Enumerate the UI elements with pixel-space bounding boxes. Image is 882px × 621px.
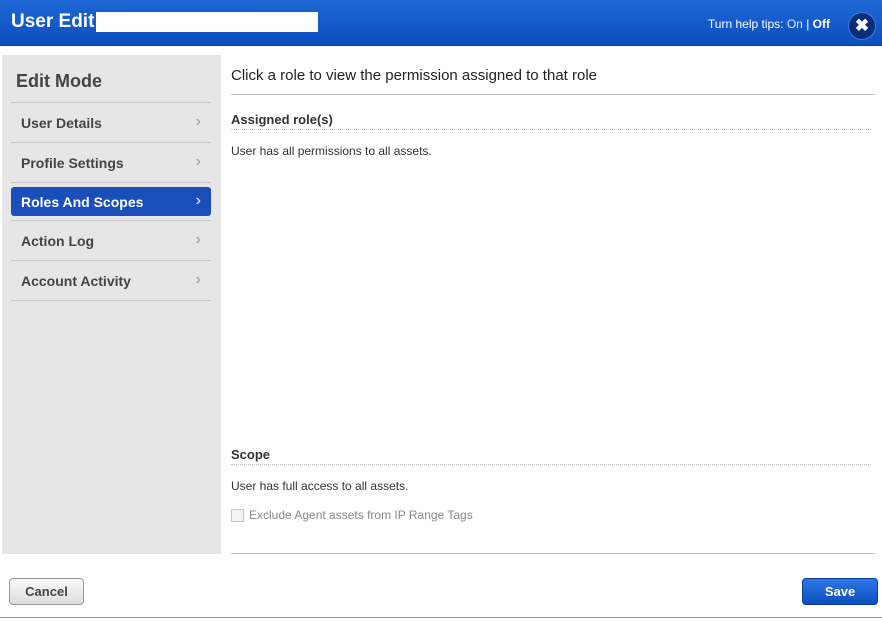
sidebar-item-user-details[interactable]: User Details › — [11, 103, 211, 143]
page-headline: Click a role to view the permission assi… — [231, 67, 598, 84]
main-content: Click a role to view the permission assi… — [231, 55, 875, 555]
sidebar-item-label: Roles And Scopes — [21, 193, 144, 210]
sidebar: Edit Mode User Details › Profile Setting… — [2, 55, 221, 554]
dialog-title: User Edit: — [11, 11, 101, 32]
save-button[interactable]: Save — [802, 578, 878, 605]
sidebar-item-label: Action Log — [21, 232, 95, 249]
help-tips-off-link[interactable]: Off — [813, 17, 830, 31]
sidebar-item-action-log[interactable]: Action Log › — [11, 221, 211, 261]
redacted-user-name — [96, 12, 318, 32]
window-bottom-border — [0, 617, 882, 618]
divider — [231, 94, 875, 95]
assigned-roles-title: Assigned role(s) — [231, 112, 333, 127]
chevron-right-icon: › — [195, 192, 201, 209]
help-tips-label: Turn help tips: — [707, 17, 784, 31]
divider — [231, 553, 875, 554]
exclude-agent-assets-option: Exclude Agent assets from IP Range Tags — [231, 508, 473, 522]
exclude-agent-assets-checkbox[interactable] — [231, 508, 244, 522]
sidebar-nav: User Details › Profile Settings › Roles … — [11, 102, 211, 301]
chevron-right-icon: › — [195, 153, 201, 170]
exclude-agent-assets-label: Exclude Agent assets from IP Range Tags — [249, 508, 473, 522]
sidebar-item-label: Account Activity — [21, 272, 131, 289]
sidebar-item-account-activity[interactable]: Account Activity › — [11, 261, 211, 301]
dotted-divider — [231, 464, 871, 465]
sidebar-item-wrapper: Roles And Scopes › — [11, 187, 211, 221]
help-tips-separator: | — [806, 17, 810, 31]
sidebar-heading: Edit Mode — [16, 71, 102, 91]
user-edit-dialog: User Edit: Turn help tips: On | Off ✖ Ed… — [0, 0, 882, 621]
chevron-right-icon: › — [195, 113, 201, 130]
sidebar-item-label: User Details — [21, 114, 102, 131]
dotted-divider — [231, 129, 871, 130]
close-icon[interactable]: ✖ — [849, 13, 875, 39]
help-tips-on-link[interactable]: On — [787, 17, 803, 31]
sidebar-item-profile-settings[interactable]: Profile Settings › — [11, 143, 211, 183]
title-bar: User Edit: Turn help tips: On | Off ✖ — [0, 0, 882, 46]
chevron-right-icon: › — [195, 231, 201, 248]
scope-text: User has full access to all assets. — [231, 479, 409, 493]
cancel-button[interactable]: Cancel — [9, 578, 84, 605]
chevron-right-icon: › — [195, 271, 201, 288]
scope-title: Scope — [231, 447, 271, 462]
assigned-roles-text: User has all permissions to all assets. — [231, 144, 432, 158]
sidebar-item-label: Profile Settings — [21, 154, 124, 171]
sidebar-item-roles-and-scopes[interactable]: Roles And Scopes › — [11, 187, 211, 216]
help-tips-toggle: Turn help tips: On | Off — [708, 17, 830, 31]
